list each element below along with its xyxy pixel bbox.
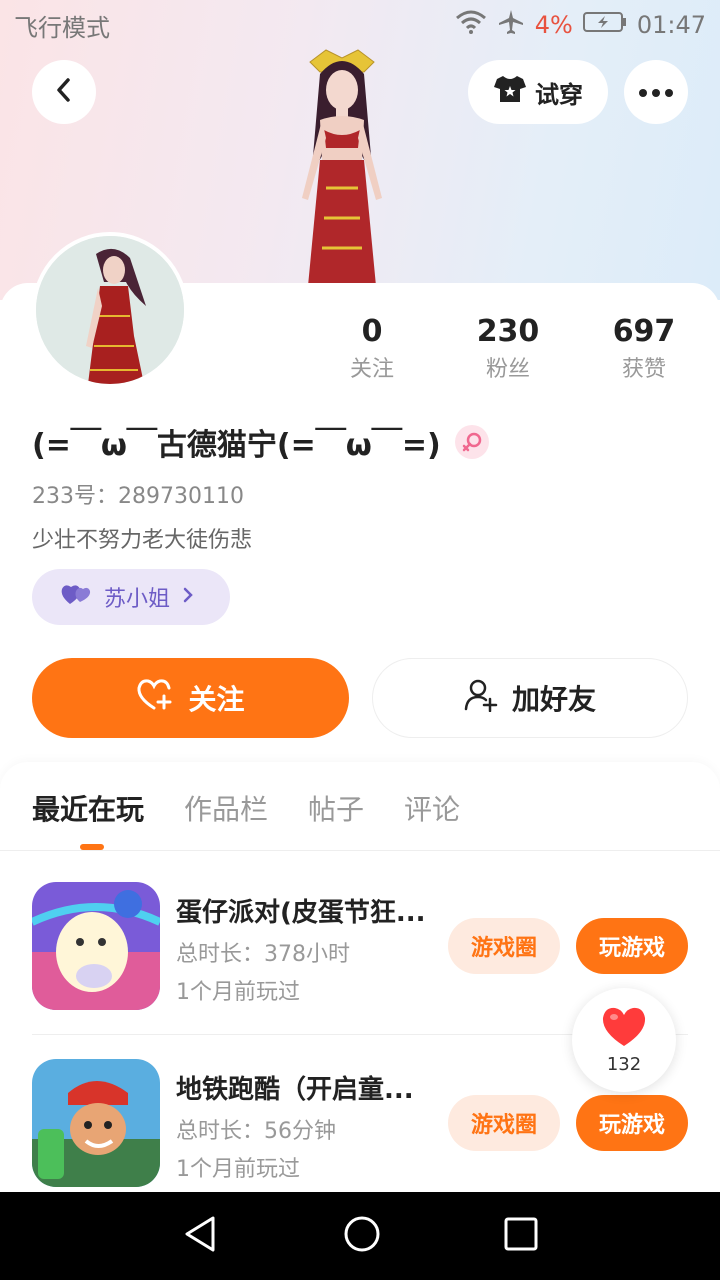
like-float-button[interactable]: 132 (572, 988, 676, 1092)
tab-works[interactable]: 作品栏 (184, 788, 268, 828)
add-friend-button[interactable]: 加好友 (372, 658, 688, 738)
play-game-button[interactable]: 玩游戏 (576, 1095, 688, 1151)
add-friend-label: 加好友 (511, 683, 596, 716)
game-duration: 总时长：378小时 (176, 942, 350, 967)
chevron-right-icon (182, 585, 194, 610)
profile-tabs: 最近在玩 作品栏 帖子 评论 (32, 788, 460, 828)
nav-home-icon[interactable] (342, 1214, 382, 1258)
airplane-icon (497, 8, 525, 42)
play-game-button[interactable]: 玩游戏 (576, 918, 688, 974)
nav-recents-icon[interactable] (503, 1216, 539, 1256)
battery-percent: 4% (534, 11, 573, 39)
carrier-text: 飞行模式 (14, 13, 110, 42)
game-circle-button[interactable]: 游戏圈 (448, 918, 560, 974)
status-bar: 飞行模式 4% 01:47 (0, 0, 720, 50)
tab-divider (0, 850, 720, 851)
clock: 01:47 (636, 11, 706, 39)
nickname: (=￣ω￣古德猫宁(=￣ω￣=) (32, 428, 441, 463)
tab-comments[interactable]: 评论 (404, 788, 460, 828)
wifi-icon (455, 10, 487, 40)
add-user-icon (464, 678, 498, 719)
game-title: 地铁跑酷（开启童... (176, 1075, 414, 1105)
like-count: 132 (606, 1053, 642, 1075)
nickname-row: (=￣ω￣古德猫宁(=￣ω￣=) (32, 420, 489, 464)
back-button[interactable] (32, 60, 96, 124)
stat-likes-count: 697 (612, 314, 676, 349)
avatar-3d-figure[interactable] (262, 48, 422, 288)
user-id: 233号：289730110 (32, 484, 244, 509)
tab-posts[interactable]: 帖子 (308, 788, 364, 828)
game-duration: 总时长：56分钟 (176, 1119, 336, 1144)
tshirt-icon (493, 74, 527, 110)
game-title: 蛋仔派对(皮蛋节狂... (176, 898, 426, 928)
game-last-played: 1个月前玩过 (176, 980, 300, 1005)
stat-fans[interactable]: 230 粉丝 (448, 312, 568, 388)
stat-following-count: 0 (361, 314, 383, 349)
heart-plus-icon (136, 678, 174, 719)
game-icon-eggy-party[interactable] (32, 882, 160, 1010)
system-nav-bar (0, 1192, 720, 1280)
bio: 少壮不努力老大徒伤悲 (32, 528, 253, 553)
double-heart-icon (60, 582, 92, 612)
stat-following-label: 关注 (349, 357, 394, 382)
stat-following[interactable]: 0 关注 (312, 312, 432, 388)
more-button[interactable] (624, 60, 688, 124)
game-last-played: 1个月前玩过 (176, 1157, 300, 1182)
game-circle-button[interactable]: 游戏圈 (448, 1095, 560, 1151)
nav-back-icon[interactable] (181, 1214, 221, 1258)
try-on-button[interactable]: 试穿 (468, 60, 608, 124)
stat-fans-count: 230 (476, 314, 540, 349)
heart-icon (600, 1006, 648, 1052)
chevron-left-icon (52, 76, 76, 108)
follow-label: 关注 (188, 683, 245, 716)
tab-recently-played[interactable]: 最近在玩 (32, 788, 144, 828)
game-icon-subway-surfers[interactable] (32, 1059, 160, 1187)
battery-charging-icon (582, 11, 627, 39)
stat-fans-label: 粉丝 (485, 357, 530, 382)
avatar[interactable] (32, 232, 188, 388)
stat-likes[interactable]: 697 获赞 (584, 312, 704, 388)
cp-label: 苏小姐 (104, 587, 171, 612)
stat-likes-label: 获赞 (621, 357, 666, 382)
follow-button[interactable]: 关注 (32, 658, 349, 738)
try-on-label: 试穿 (535, 80, 583, 109)
more-dots-icon (638, 83, 674, 102)
female-icon (454, 425, 489, 459)
cp-relationship-pill[interactable]: 苏小姐 (32, 569, 230, 625)
